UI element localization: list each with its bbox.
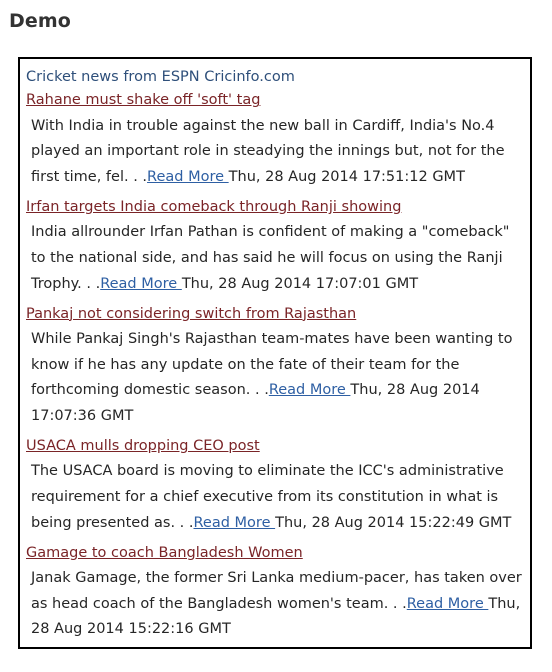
article-title-link-1[interactable]: Rahane must shake off 'soft' tag	[26, 89, 260, 112]
list-item: Pankaj not considering switch from Rajas…	[26, 303, 524, 433]
article-date-1: Thu, 28 Aug 2014 17:51:12 GMT	[228, 169, 465, 186]
list-item: Irfan targets India comeback through Ran…	[26, 196, 524, 301]
news-feed-panel: Cricket news from ESPN Cricinfo.com Raha…	[18, 57, 532, 649]
article-title-link-4[interactable]: USACA mulls dropping CEO post	[26, 435, 260, 458]
article-title-link-5[interactable]: Gamage to coach Bangladesh Women	[26, 542, 303, 565]
read-more-link-3[interactable]: Read More	[269, 382, 351, 398]
feed-source-heading: Cricket news from ESPN Cricinfo.com	[26, 69, 295, 85]
list-item: Rahane must shake off 'soft' tag With In…	[26, 89, 524, 194]
news-feed-content: Cricket news from ESPN Cricinfo.com Raha…	[20, 59, 530, 647]
read-more-link-2[interactable]: Read More	[100, 276, 182, 292]
article-description-5: Janak Gamage, the former Sri Lanka mediu…	[31, 565, 524, 646]
article-description-2: India allrounder Irfan Pathan is confide…	[31, 219, 524, 300]
article-description-1: With India in trouble against the new ba…	[31, 113, 524, 194]
read-more-link-4[interactable]: Read More	[194, 515, 276, 531]
article-description-3: While Pankaj Singh's Rajasthan team-mate…	[31, 326, 524, 433]
article-date-4: Thu, 28 Aug 2014 15:22:49 GMT	[275, 514, 512, 531]
read-more-link-1[interactable]: Read More	[147, 169, 229, 185]
list-item: Gamage to coach Bangladesh Women Janak G…	[26, 542, 524, 647]
page-title: Demo	[9, 10, 71, 32]
article-date-2: Thu, 28 Aug 2014 17:07:01 GMT	[181, 275, 419, 292]
article-title-link-2[interactable]: Irfan targets India comeback through Ran…	[26, 196, 401, 219]
read-more-link-5[interactable]: Read More	[407, 596, 489, 612]
list-item: USACA mulls dropping CEO post The USACA …	[26, 435, 524, 540]
article-title-link-3[interactable]: Pankaj not considering switch from Rajas…	[26, 303, 356, 326]
article-description-4: The USACA board is moving to eliminate t…	[31, 458, 524, 539]
